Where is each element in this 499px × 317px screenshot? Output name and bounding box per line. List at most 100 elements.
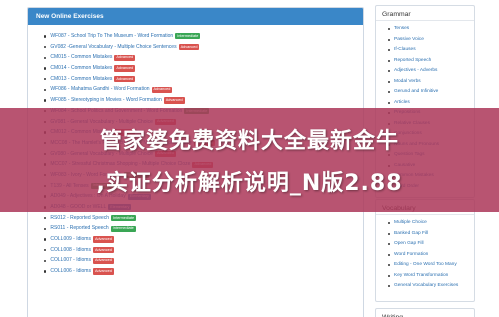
exercise-link[interactable]: RS011 - Reported Speech [50,223,108,234]
list-item: CM014 - Common Mistakes Advanced [44,63,363,74]
grammar-item-label: Articles [394,99,410,105]
bullet-icon [388,80,390,83]
vocabulary-list: Multiple Choice Banked Gap Fill Open Gap F… [376,215,474,292]
vocabulary-item-label: Multiple Choice [394,220,427,225]
vocabulary-item-label: Key Word Transformation [394,272,449,278]
level-badge: Advanced [163,97,185,104]
grammar-item-label: Gerund and Infinitive [394,89,439,94]
list-item: COLL006 - Idioms Advanced [44,266,363,277]
exercise-link[interactable]: CM014 - Common Mistakes [50,63,112,74]
level-badge: Advanced [92,257,114,264]
bullet-icon [388,243,390,246]
level-badge: Intermediate [175,33,201,40]
grammar-item[interactable]: Adjectives - Adverbs [388,66,474,77]
vocabulary-item-label: Editing - One Word Too Many [394,262,457,267]
exercise-link[interactable]: CM015 - Common Mistakes [50,52,112,63]
bullet-icon [388,253,390,256]
bullet-icon [44,259,47,262]
grammar-item[interactable]: Tenses [388,24,474,35]
writing-title: Writing [376,309,474,317]
grammar-item-label: Tenses [394,26,410,31]
level-badge: Advanced [114,65,136,72]
bullet-icon [388,222,390,225]
grammar-item[interactable]: Gerund and Infinitive [388,87,474,98]
exercise-link[interactable]: COLL008 - Idioms [50,245,91,256]
vocabulary-item[interactable]: Key Word Transformation [388,271,474,282]
list-item: CM015 - Common Mistakes Advanced [44,52,363,63]
vocabulary-item[interactable]: Multiple Choice [388,218,474,229]
bullet-icon [44,88,47,91]
bullet-icon [388,91,390,94]
list-item: GV082 -General Vocabulary - Multiple Cho… [44,42,363,53]
writing-panel: Writing [375,308,475,317]
bullet-icon [44,99,47,102]
vocabulary-item[interactable]: Editing - One Word Too Many [388,260,474,271]
grammar-item[interactable]: Passive Voice [388,35,474,46]
level-badge: Advanced [92,236,114,243]
bullet-icon [388,232,390,235]
grammar-item-label: Passive Voice [394,36,424,42]
level-badge: Advanced [178,43,200,51]
vocabulary-item-label: Word Formation [394,251,429,257]
level-badge: Advanced [151,86,173,93]
bullet-icon [388,59,390,62]
level-badge: Advanced [92,247,114,254]
bullet-icon [44,56,47,59]
bullet-icon [388,285,390,288]
bullet-icon [388,28,390,31]
level-badge: Advanced [114,54,136,61]
grammar-item-label: Adjectives - Adverbs [394,68,438,73]
list-item: COLL007 - Idioms Advanced [44,255,363,266]
vocabulary-item-label: Banked Gap Fill [394,230,429,236]
grammar-item-label: Reported Speech [394,57,432,63]
bullet-icon [44,216,47,220]
list-item: CM013 - Common Mistakes Advanced [44,74,363,85]
grammar-item-label: If-Clauses [394,47,416,52]
bullet-icon [388,264,390,267]
list-item: RS011 - Reported Speech Intermediate [44,223,363,234]
exercise-link[interactable]: COLL009 - Idioms [50,234,91,245]
level-badge: Advanced [114,76,136,83]
list-item: RS012 - Reported Speech Intermediate [44,213,363,224]
vocabulary-item[interactable]: Open Gap Fill [388,239,474,250]
level-badge: Intermediate [111,214,137,222]
bullet-icon [44,35,47,38]
list-item: COLL009 - Idioms Advanced [44,234,363,245]
exercise-link[interactable]: WF085 - Stereotyping in Movies - Word Fo… [50,95,161,106]
grammar-item[interactable]: Modal Verbs [388,77,474,88]
vocabulary-item[interactable]: General Vocabulary Exercises [388,281,474,292]
list-item: COLL008 - Idioms Advanced [44,245,363,256]
grammar-title: Grammar [376,6,474,21]
vocabulary-item-label: General Vocabulary Exercises [394,283,459,288]
level-badge: Advanced [92,268,114,275]
exercise-link[interactable]: WF087 - School Trip To The Museum - Word… [50,31,173,42]
level-badge: Intermediate [110,225,136,232]
exercise-link[interactable]: WF086 - Mahatma Gandhi - Word Formation [50,84,149,95]
bullet-icon [388,274,390,277]
exercise-link[interactable]: CM013 - Common Mistakes [50,74,112,85]
panel-title: New Online Exercises [28,8,363,25]
bullet-icon [44,270,47,273]
grammar-item[interactable]: If-Clauses [388,45,474,56]
bullet-icon [388,101,390,104]
bullet-icon [388,70,390,73]
exercise-link[interactable]: GV082 -General Vocabulary - Multiple Cho… [50,42,176,53]
bullet-icon [388,49,390,52]
grammar-item[interactable]: Reported Speech [388,56,474,67]
exercise-link[interactable]: COLL006 - Idioms [50,266,91,277]
bullet-icon [44,77,47,81]
bullet-icon [44,248,47,252]
vocabulary-panel: Vocabulary Multiple ChoiceBanked Gap Fil… [375,199,475,302]
grammar-item-label: Modal Verbs [394,78,421,84]
bullet-icon [44,45,47,49]
bullet-icon [388,38,390,41]
vocabulary-item[interactable]: Banked Gap Fill [388,229,474,240]
vocabulary-item[interactable]: Word Formation [388,250,474,261]
overlay-headline: 管家婆免费资料大全最新金牛 [99,129,399,154]
exercise-link[interactable]: COLL007 - Idioms [50,255,91,266]
exercise-link[interactable]: RS012 - Reported Speech [50,213,109,224]
overlay-subheadline: ,实证分析解析说明_N版2.88 [96,171,403,196]
bullet-icon [44,67,47,70]
grammar-item[interactable]: Articles [388,98,474,109]
bullet-icon [44,238,47,241]
